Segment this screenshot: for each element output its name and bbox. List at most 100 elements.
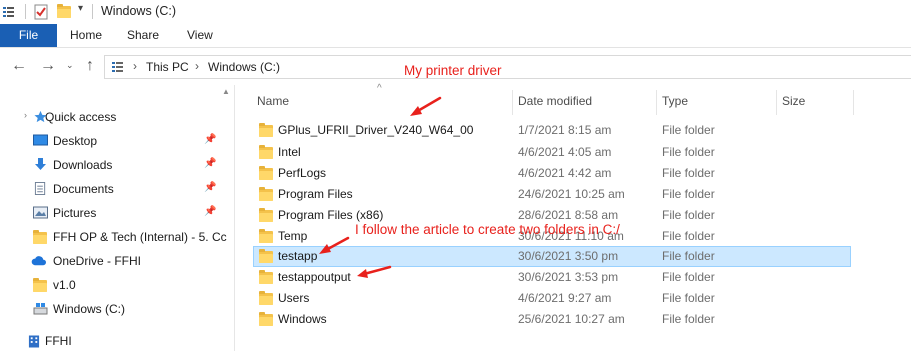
separator <box>25 4 26 19</box>
new-folder-icon[interactable] <box>57 4 71 18</box>
pictures-icon <box>33 206 48 219</box>
pane-divider[interactable] <box>234 85 235 351</box>
nav-item-documents[interactable]: Documents 📌 <box>0 178 232 200</box>
scroll-up-icon[interactable]: ▲ <box>222 87 230 96</box>
file-type: File folder <box>662 208 715 222</box>
tab-file[interactable]: File <box>0 24 57 47</box>
nav-item-windows-c[interactable]: Windows (C:) <box>0 298 232 320</box>
chevron-right-icon[interactable]: › <box>195 59 199 73</box>
forward-button[interactable]: → <box>40 57 56 75</box>
pin-icon: 📌 <box>204 206 217 217</box>
folder-icon <box>259 166 273 180</box>
file-type: File folder <box>662 187 715 201</box>
desktop-icon <box>33 134 48 146</box>
column-divider[interactable] <box>853 90 854 115</box>
file-row[interactable]: Program Files 24/6/2021 10:25 am File fo… <box>253 184 851 205</box>
file-date: 24/6/2021 10:25 am <box>518 187 625 201</box>
nav-label: v1.0 <box>53 278 76 292</box>
recent-locations-button[interactable]: ⌄ <box>66 60 74 71</box>
nav-item-v1-0[interactable]: v1.0 <box>0 274 232 296</box>
file-row[interactable]: PerfLogs 4/6/2021 4:42 am File folder <box>253 163 851 184</box>
file-name: Intel <box>278 145 301 159</box>
tab-view[interactable]: View <box>187 24 213 47</box>
nav-label: FFH OP & Tech (Internal) - 5. Cc <box>53 230 227 244</box>
column-divider[interactable] <box>776 90 777 115</box>
file-date: 4/6/2021 9:27 am <box>518 291 612 305</box>
file-name: Program Files <box>278 187 353 201</box>
file-name: GPlus_UFRII_Driver_V240_W64_00 <box>278 123 474 137</box>
nav-label: Desktop <box>53 134 98 148</box>
nav-item-ffhi[interactable]: FFHI <box>0 330 232 352</box>
folder-icon <box>33 278 48 293</box>
file-date: 28/6/2021 8:58 am <box>518 208 619 222</box>
file-name: testapp <box>278 249 318 263</box>
folder-icon <box>259 123 273 137</box>
file-name: Program Files (x86) <box>278 208 384 222</box>
breadcrumb-windows-c[interactable]: Windows (C:) <box>208 60 280 74</box>
file-type: File folder <box>662 249 715 263</box>
folder-icon <box>259 291 273 305</box>
column-header-date[interactable]: Date modified <box>518 94 592 108</box>
column-divider[interactable] <box>512 90 513 115</box>
file-row[interactable]: testappoutput 30/6/2021 3:53 pm File fol… <box>253 267 851 288</box>
window-title: Windows (C:) <box>101 4 177 18</box>
download-icon <box>35 158 46 170</box>
nav-item-onedrive[interactable]: OneDrive - FFHI <box>0 250 232 272</box>
file-type: File folder <box>662 229 715 243</box>
file-row[interactable]: Intel 4/6/2021 4:05 am File folder <box>253 142 851 163</box>
nav-item-desktop[interactable]: Desktop 📌 <box>0 130 232 152</box>
arrowhead <box>410 106 422 116</box>
nav-label: Pictures <box>53 206 97 220</box>
documents-icon <box>34 182 46 195</box>
ribbon: File Home Share View <box>0 24 911 48</box>
nav-label: FFHI <box>45 334 72 348</box>
checkmark-properties-icon[interactable] <box>34 4 48 20</box>
file-date: 4/6/2021 4:42 am <box>518 166 612 180</box>
this-pc-icon <box>112 62 123 72</box>
address-bar[interactable]: › This PC › Windows (C:) <box>104 55 911 79</box>
tab-share[interactable]: Share <box>127 24 159 47</box>
column-divider[interactable] <box>656 90 657 115</box>
chevron-right-icon[interactable]: › <box>24 110 27 120</box>
file-date: 4/6/2021 4:05 am <box>518 145 612 159</box>
file-row[interactable]: GPlus_UFRII_Driver_V240_W64_00 1/7/2021 … <box>253 120 851 141</box>
file-name: testappoutput <box>278 270 351 284</box>
column-header-name[interactable]: Name <box>257 94 289 108</box>
up-button[interactable]: ↑ <box>86 57 94 75</box>
file-name: Temp <box>278 229 308 243</box>
nav-item-ffh-op-tech[interactable]: FFH OP & Tech (Internal) - 5. Cc <box>0 226 232 248</box>
nav-item-pictures[interactable]: Pictures 📌 <box>0 202 232 224</box>
customize-toolbar-icon[interactable]: ▾ <box>78 3 83 14</box>
column-header-size[interactable]: Size <box>782 94 805 108</box>
file-row-selected[interactable]: testapp 30/6/2021 3:50 pm File folder <box>253 246 851 267</box>
folder-icon <box>259 187 273 201</box>
column-header-type[interactable]: Type <box>662 94 688 108</box>
chevron-right-icon[interactable]: › <box>133 59 137 73</box>
file-type: File folder <box>662 145 715 159</box>
building-icon <box>28 335 40 348</box>
breadcrumb-this-pc[interactable]: This PC <box>146 60 189 74</box>
nav-item-quick-access[interactable]: › Quick access <box>0 106 232 128</box>
back-button[interactable]: ← <box>11 57 27 75</box>
file-date: 1/7/2021 8:15 am <box>518 123 612 137</box>
folder-icon <box>259 229 273 243</box>
annotation-folders-note: I follow the article to create two folde… <box>355 222 620 237</box>
pin-icon: 📌 <box>204 158 217 169</box>
folder-icon <box>33 230 48 245</box>
file-date: 25/6/2021 10:27 am <box>518 312 625 326</box>
pin-icon: 📌 <box>204 182 217 193</box>
file-date: 30/6/2021 3:53 pm <box>518 270 619 284</box>
file-type: File folder <box>662 166 715 180</box>
file-type: File folder <box>662 123 715 137</box>
annotation-driver-note: My printer driver <box>404 63 502 78</box>
file-row[interactable]: Users 4/6/2021 9:27 am File folder <box>253 288 851 309</box>
tab-home[interactable]: Home <box>70 24 102 47</box>
pin-icon: 📌 <box>204 134 217 145</box>
file-type: File folder <box>662 312 715 326</box>
properties-icon[interactable] <box>2 5 16 19</box>
file-row[interactable]: Windows 25/6/2021 10:27 am File folder <box>253 309 851 330</box>
arrow-to-driver-folder <box>414 96 442 114</box>
cloud-icon <box>31 256 46 266</box>
nav-item-downloads[interactable]: Downloads 📌 <box>0 154 232 176</box>
folder-icon <box>259 145 273 159</box>
